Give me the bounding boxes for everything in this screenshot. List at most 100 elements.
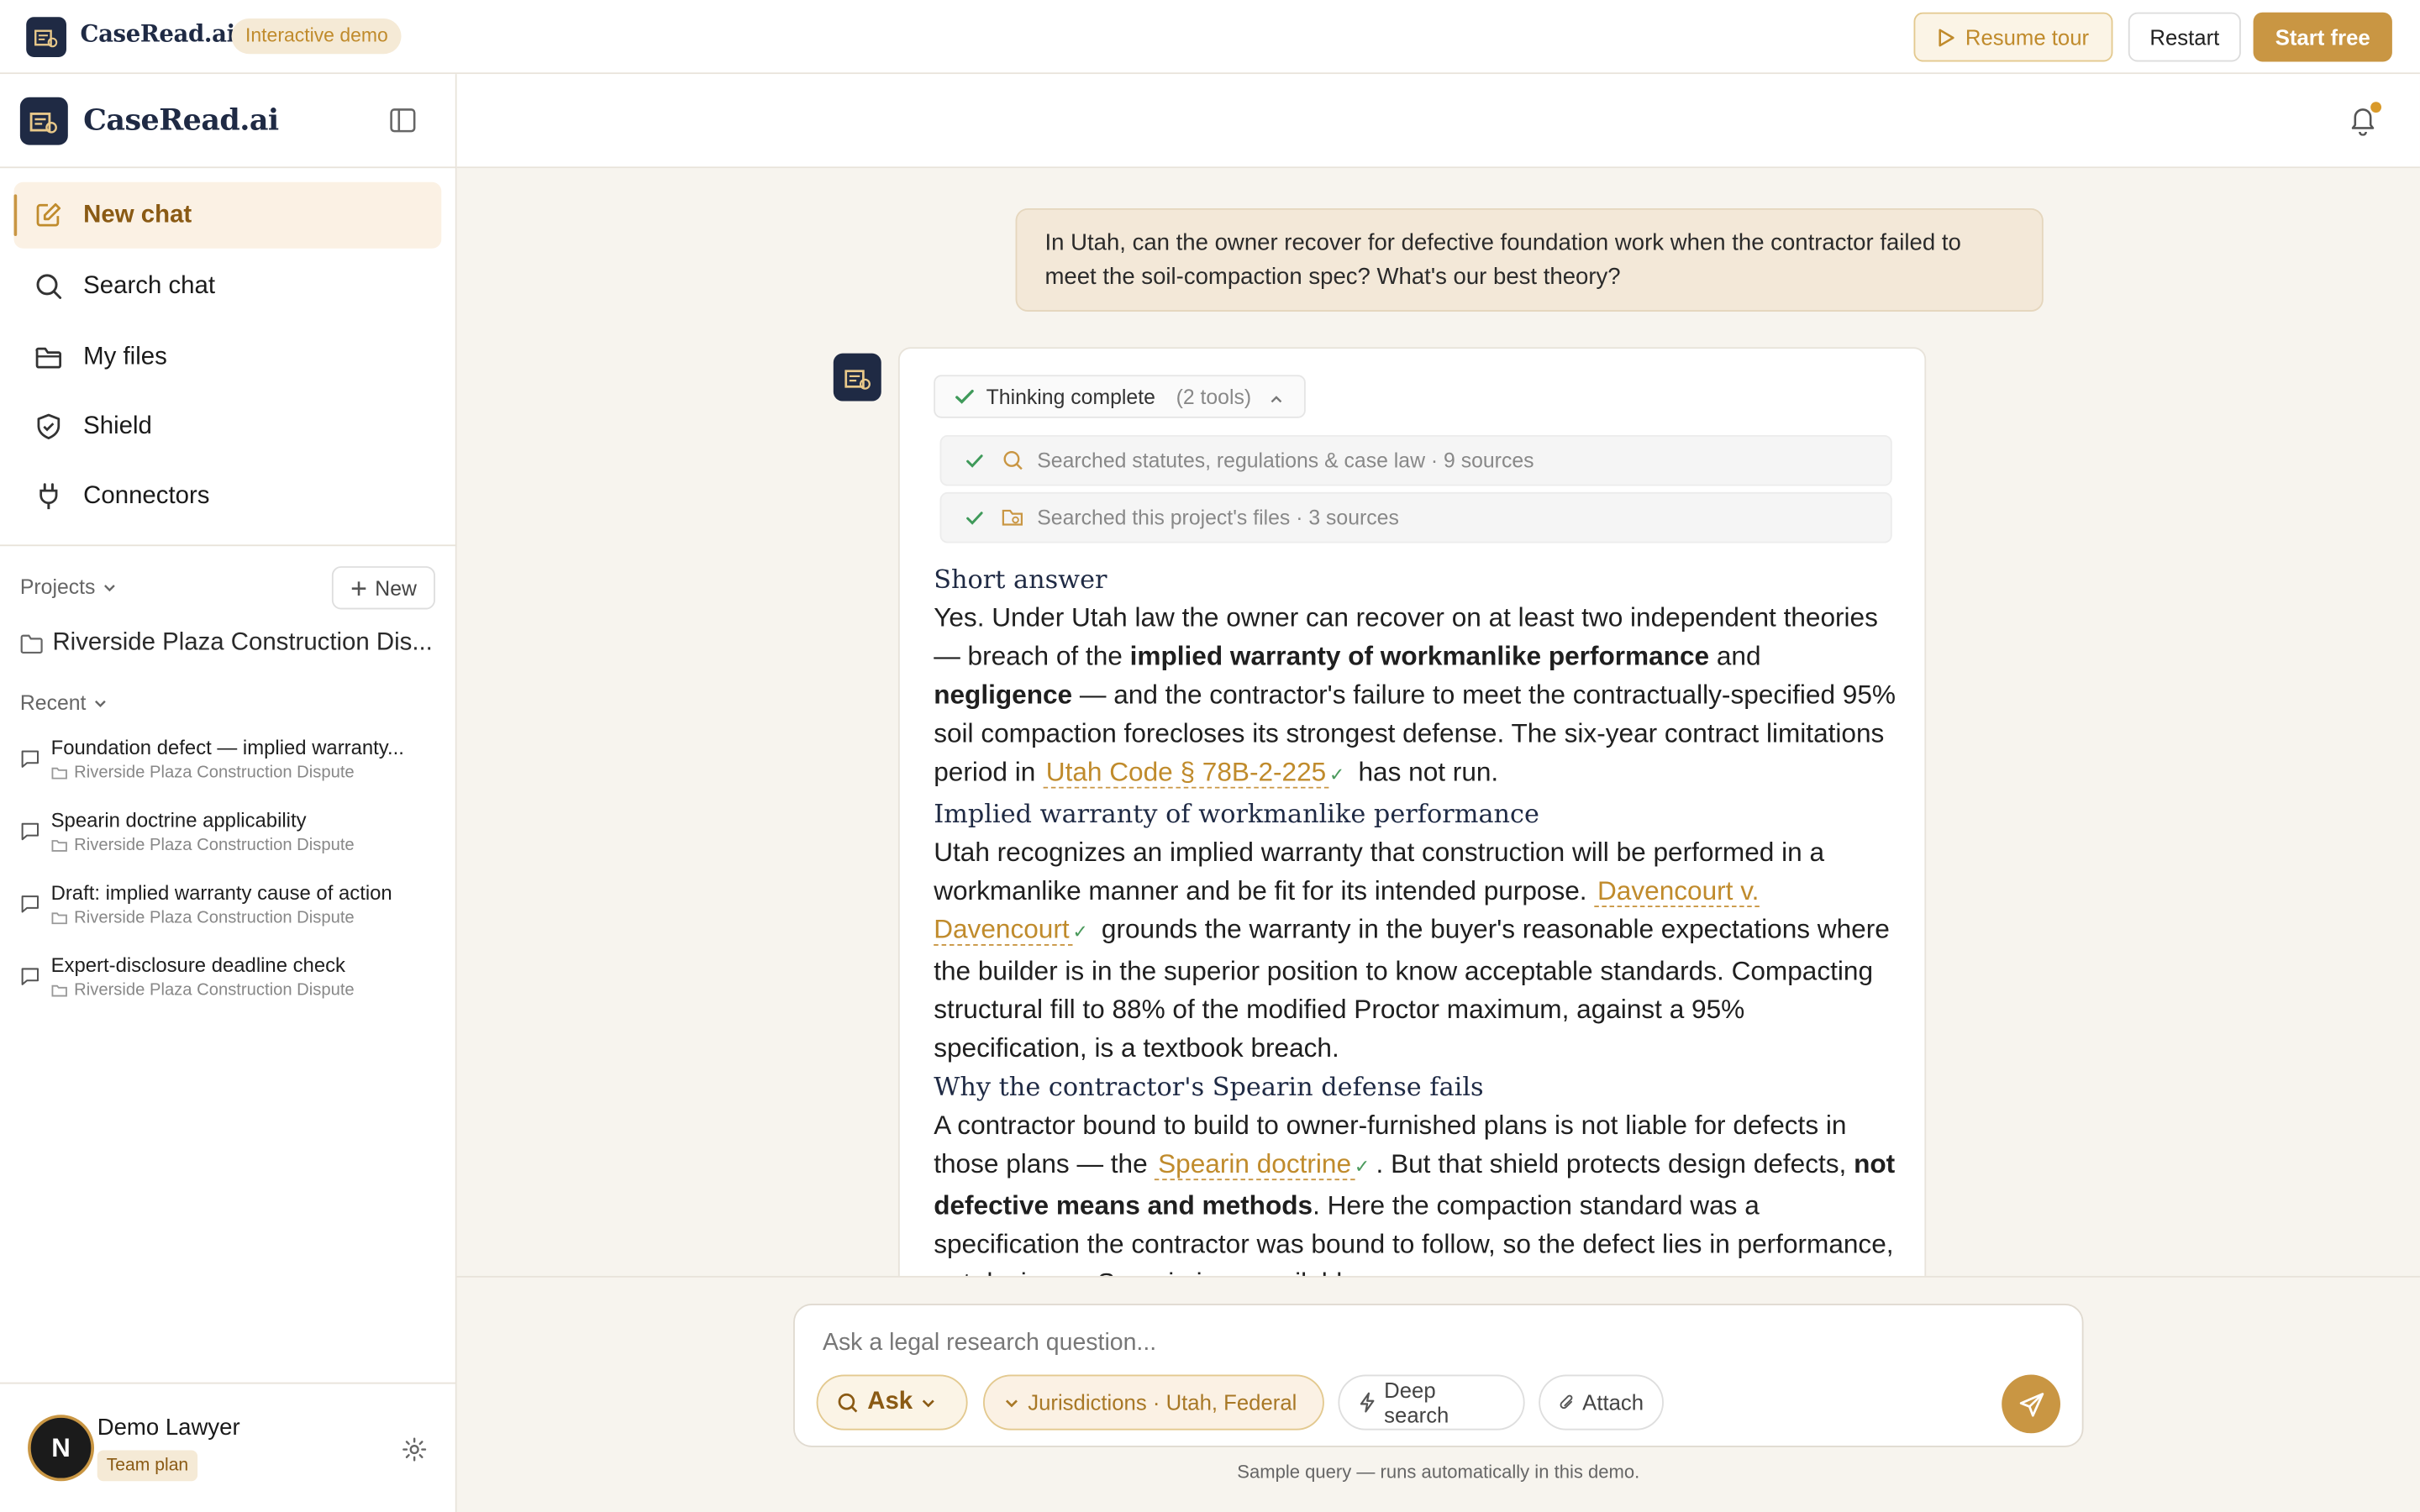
nav-search-chat-label: Search chat — [83, 272, 216, 299]
warranty-heading: Implied warranty of workmanlike performa… — [934, 799, 1539, 829]
restart-button[interactable]: Restart — [2128, 12, 2241, 62]
search-icon — [34, 271, 63, 308]
recent-chat-project-name: Riverside Plaza Construction Dispute — [74, 836, 355, 855]
citation-link[interactable]: Spearin doctrine — [1155, 1147, 1355, 1181]
chevron-down-icon — [1005, 1399, 1018, 1407]
gear-icon[interactable] — [402, 1436, 428, 1470]
sidebar: CaseRead.ai New chat Search chat My file… — [0, 74, 457, 1512]
sidebar-toggle-icon[interactable] — [389, 107, 417, 142]
notification-dot — [2370, 102, 2382, 113]
projects-label: Projects — [19, 575, 96, 599]
logo-icon[interactable] — [26, 17, 66, 57]
nav-connectors-label: Connectors — [83, 481, 210, 509]
recent-chat-title: Spearin doctrine applicability — [50, 808, 307, 832]
verified-check-icon: ✓ — [1354, 1155, 1370, 1178]
deep-search-toggle[interactable]: Deep search — [1338, 1374, 1525, 1431]
brand-name[interactable]: CaseRead.ai — [81, 20, 236, 48]
recent-chat-project: Riverside Plaza Construction Dispute — [51, 981, 355, 1000]
emphasis: negligence — [934, 679, 1073, 711]
attach-label: Attach — [1582, 1389, 1644, 1415]
text-run: . But that shield protects design defect… — [1376, 1147, 1854, 1179]
text-run: and — [1709, 640, 1761, 672]
project-folder-icon — [20, 634, 43, 654]
send-button[interactable] — [2002, 1374, 2060, 1434]
deep-search-label: Deep search — [1384, 1378, 1449, 1427]
user-message: In Utah, can the owner recover for defec… — [1015, 207, 2044, 312]
citation-link[interactable]: Utah Code § 78B-2-225 — [1043, 756, 1329, 790]
project-item[interactable]: Riverside Plaza Construction Dis... — [20, 627, 445, 660]
resume-tour-button[interactable]: Resume tour — [1913, 12, 2113, 62]
projects-toggle[interactable]: Projects — [20, 575, 117, 599]
attach-button[interactable]: Attach — [1539, 1374, 1664, 1431]
plus-icon — [351, 580, 366, 596]
nav-search-chat[interactable]: Search chat — [14, 253, 442, 319]
tool-step-text: Searched this project's files · 3 source… — [1037, 506, 1399, 529]
recent-chat-item[interactable]: Spearin doctrine applicability Riverside… — [20, 808, 445, 869]
divider — [0, 544, 457, 547]
recent-chat-title: Expert-disclosure deadline check — [50, 953, 346, 977]
user-name: Demo Lawyer — [97, 1415, 240, 1441]
check-icon — [954, 386, 976, 412]
demo-badge: Interactive demo — [231, 18, 402, 55]
recent-chat-item[interactable]: Draft: implied warranty cause of action … — [20, 881, 445, 942]
mode-label: Ask — [867, 1389, 913, 1415]
lightning-icon — [1360, 1392, 1375, 1413]
chat-bubble-icon — [20, 748, 40, 776]
recent-chat-title: Foundation defect — implied warranty... — [50, 736, 404, 759]
recent-chat-project-name: Riverside Plaza Construction Dispute — [74, 764, 355, 783]
paperclip-icon — [1560, 1394, 1573, 1410]
resume-tour-label: Resume tour — [1965, 24, 2090, 50]
jurisdictions-label: Jurisdictions · Utah, Federal — [1028, 1389, 1297, 1415]
question-input[interactable]: Ask a legal research question... — [823, 1330, 1156, 1357]
main-header — [456, 74, 2420, 169]
warranty-text: Utah recognizes an implied warranty that… — [934, 833, 1898, 1068]
sidebar-brand-name[interactable]: CaseRead.ai — [83, 103, 279, 137]
chevron-down-icon — [923, 1399, 935, 1407]
play-icon — [1939, 28, 1955, 46]
edit-icon — [34, 201, 63, 238]
recent-chat-item[interactable]: Expert-disclosure deadline check Riversi… — [20, 953, 445, 1015]
verified-check-icon: ✓ — [1072, 921, 1088, 943]
project-name: Riverside Plaza Construction Dis... — [52, 629, 433, 656]
short-answer-text: Yes. Under Utah law the owner can recove… — [934, 599, 1898, 795]
user-profile[interactable]: N Demo Lawyer Team plan — [0, 1382, 457, 1512]
tool-step: Searched this project's files · 3 source… — [939, 491, 1892, 543]
new-project-label: New — [375, 576, 417, 600]
nav-my-files[interactable]: My files — [14, 324, 442, 391]
plug-icon — [34, 481, 63, 518]
recent-chat-project-name: Riverside Plaza Construction Dispute — [74, 981, 355, 1000]
spearin-heading: Why the contractor's Spearin defense fai… — [934, 1072, 1484, 1102]
recent-chat-project: Riverside Plaza Construction Dispute — [51, 909, 355, 927]
verified-check-icon: ✓ — [1328, 764, 1345, 786]
tool-step: Searched statutes, regulations & case la… — [939, 434, 1892, 486]
avatar[interactable]: N — [28, 1415, 95, 1482]
shield-icon — [34, 412, 63, 449]
mode-select[interactable]: Ask — [816, 1374, 968, 1431]
new-project-button[interactable]: New — [331, 566, 435, 610]
nav-shield-label: Shield — [83, 412, 152, 439]
emphasis: implied warranty of workmanlike performa… — [1129, 640, 1710, 672]
recent-chat-project: Riverside Plaza Construction Dispute — [51, 764, 355, 782]
thinking-label: Thinking complete — [986, 385, 1155, 408]
start-free-button[interactable]: Start free — [2253, 12, 2392, 62]
short-answer-heading: Short answer — [934, 564, 1107, 595]
chat-bubble-icon — [20, 966, 40, 994]
check-icon — [965, 450, 985, 475]
divider — [0, 166, 457, 169]
nav-new-chat[interactable]: New chat — [13, 181, 442, 249]
folder-icon — [34, 343, 63, 380]
nav-connectors[interactable]: Connectors — [14, 463, 442, 529]
recent-chat-item[interactable]: Foundation defect — implied warranty... … — [20, 736, 445, 797]
top-bar: CaseRead.ai Interactive demo Resume tour… — [0, 0, 2420, 75]
recent-toggle[interactable]: Recent — [19, 690, 108, 715]
sidebar-logo-icon[interactable] — [19, 97, 68, 145]
recent-label: Recent — [19, 690, 87, 715]
chevron-down-icon — [94, 700, 106, 707]
tool-step-text: Searched statutes, regulations & case la… — [1037, 449, 1534, 473]
nav-my-files-label: My files — [83, 343, 167, 370]
assistant-avatar-icon — [833, 353, 881, 402]
check-icon — [965, 507, 985, 532]
thinking-toggle[interactable]: Thinking complete (2 tools) — [934, 375, 1306, 418]
nav-shield[interactable]: Shield — [14, 393, 442, 459]
jurisdictions-select[interactable]: Jurisdictions · Utah, Federal — [982, 1374, 1324, 1431]
